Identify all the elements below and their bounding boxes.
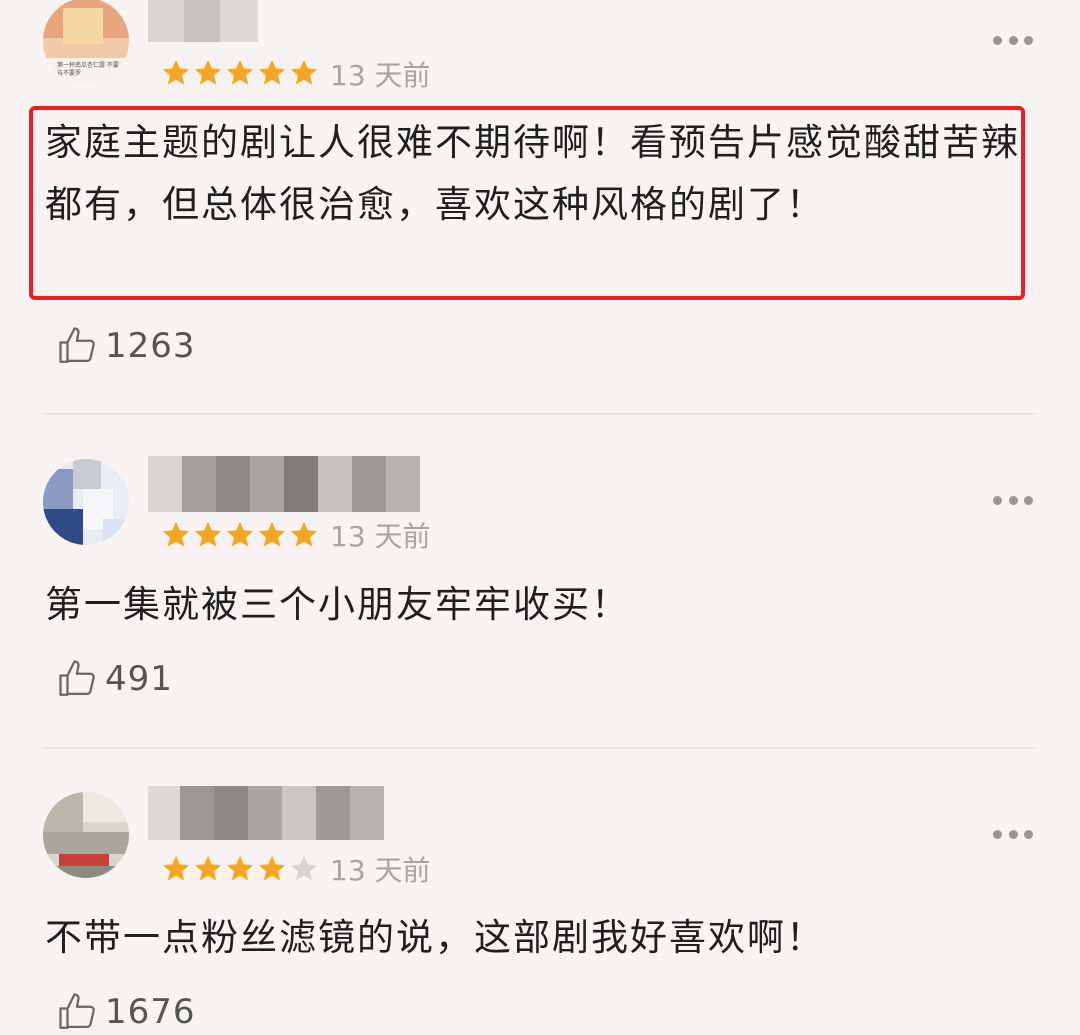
- avatar[interactable]: 第一杯南瓜杏仁露 不要告不要罗: [43, 0, 129, 84]
- star-empty-icon: [290, 855, 318, 881]
- more-dots-icon[interactable]: [993, 34, 1033, 46]
- like-button[interactable]: 1676: [57, 990, 196, 1034]
- star-filled-icon: [226, 59, 254, 85]
- rating-stars: [160, 518, 320, 552]
- avatar[interactable]: [43, 459, 129, 545]
- divider: [43, 413, 1036, 415]
- review-time: 13 天前: [330, 854, 431, 887]
- star-filled-icon: [194, 59, 222, 85]
- star-filled-icon: [290, 521, 318, 547]
- rating-stars: [160, 56, 320, 90]
- more-dots-icon[interactable]: [993, 494, 1033, 506]
- username-blurred: [148, 0, 258, 42]
- thumbs-up-icon: [59, 327, 95, 363]
- star-filled-icon: [258, 855, 286, 881]
- like-count: 1676: [105, 992, 196, 1032]
- star-filled-icon: [258, 59, 286, 85]
- review-text: 第一集就被三个小朋友牢牢收买！: [45, 583, 630, 626]
- like-button[interactable]: 491: [57, 657, 173, 701]
- username-blurred: [148, 456, 420, 512]
- star-filled-icon: [194, 521, 222, 547]
- username-blurred: [148, 786, 384, 840]
- like-count: 491: [105, 659, 173, 699]
- thumbs-up-icon: [59, 993, 95, 1029]
- star-filled-icon: [162, 855, 190, 881]
- review-time: 13 天前: [330, 59, 431, 92]
- like-count: 1263: [105, 326, 196, 366]
- review-text: 不带一点粉丝滤镜的说，这部剧我好喜欢啊！: [45, 916, 825, 959]
- like-button[interactable]: 1263: [57, 324, 196, 368]
- avatar[interactable]: [43, 792, 129, 878]
- star-filled-icon: [162, 521, 190, 547]
- star-filled-icon: [194, 855, 222, 881]
- thumbs-up-icon: [59, 660, 95, 696]
- divider: [43, 747, 1036, 749]
- star-filled-icon: [226, 521, 254, 547]
- star-filled-icon: [258, 521, 286, 547]
- star-filled-icon: [290, 59, 318, 85]
- star-filled-icon: [162, 59, 190, 85]
- rating-stars: [160, 852, 320, 886]
- star-filled-icon: [226, 855, 254, 881]
- avatar-caption: 第一杯南瓜杏仁露 不要告不要罗: [57, 62, 119, 77]
- review-text: 家庭主题的剧让人很难不期待啊！看预告片感觉酸甜苦辣都有，但总体很治愈，喜欢这种风…: [45, 121, 1020, 226]
- review-time: 13 天前: [330, 520, 431, 553]
- more-dots-icon[interactable]: [993, 828, 1033, 840]
